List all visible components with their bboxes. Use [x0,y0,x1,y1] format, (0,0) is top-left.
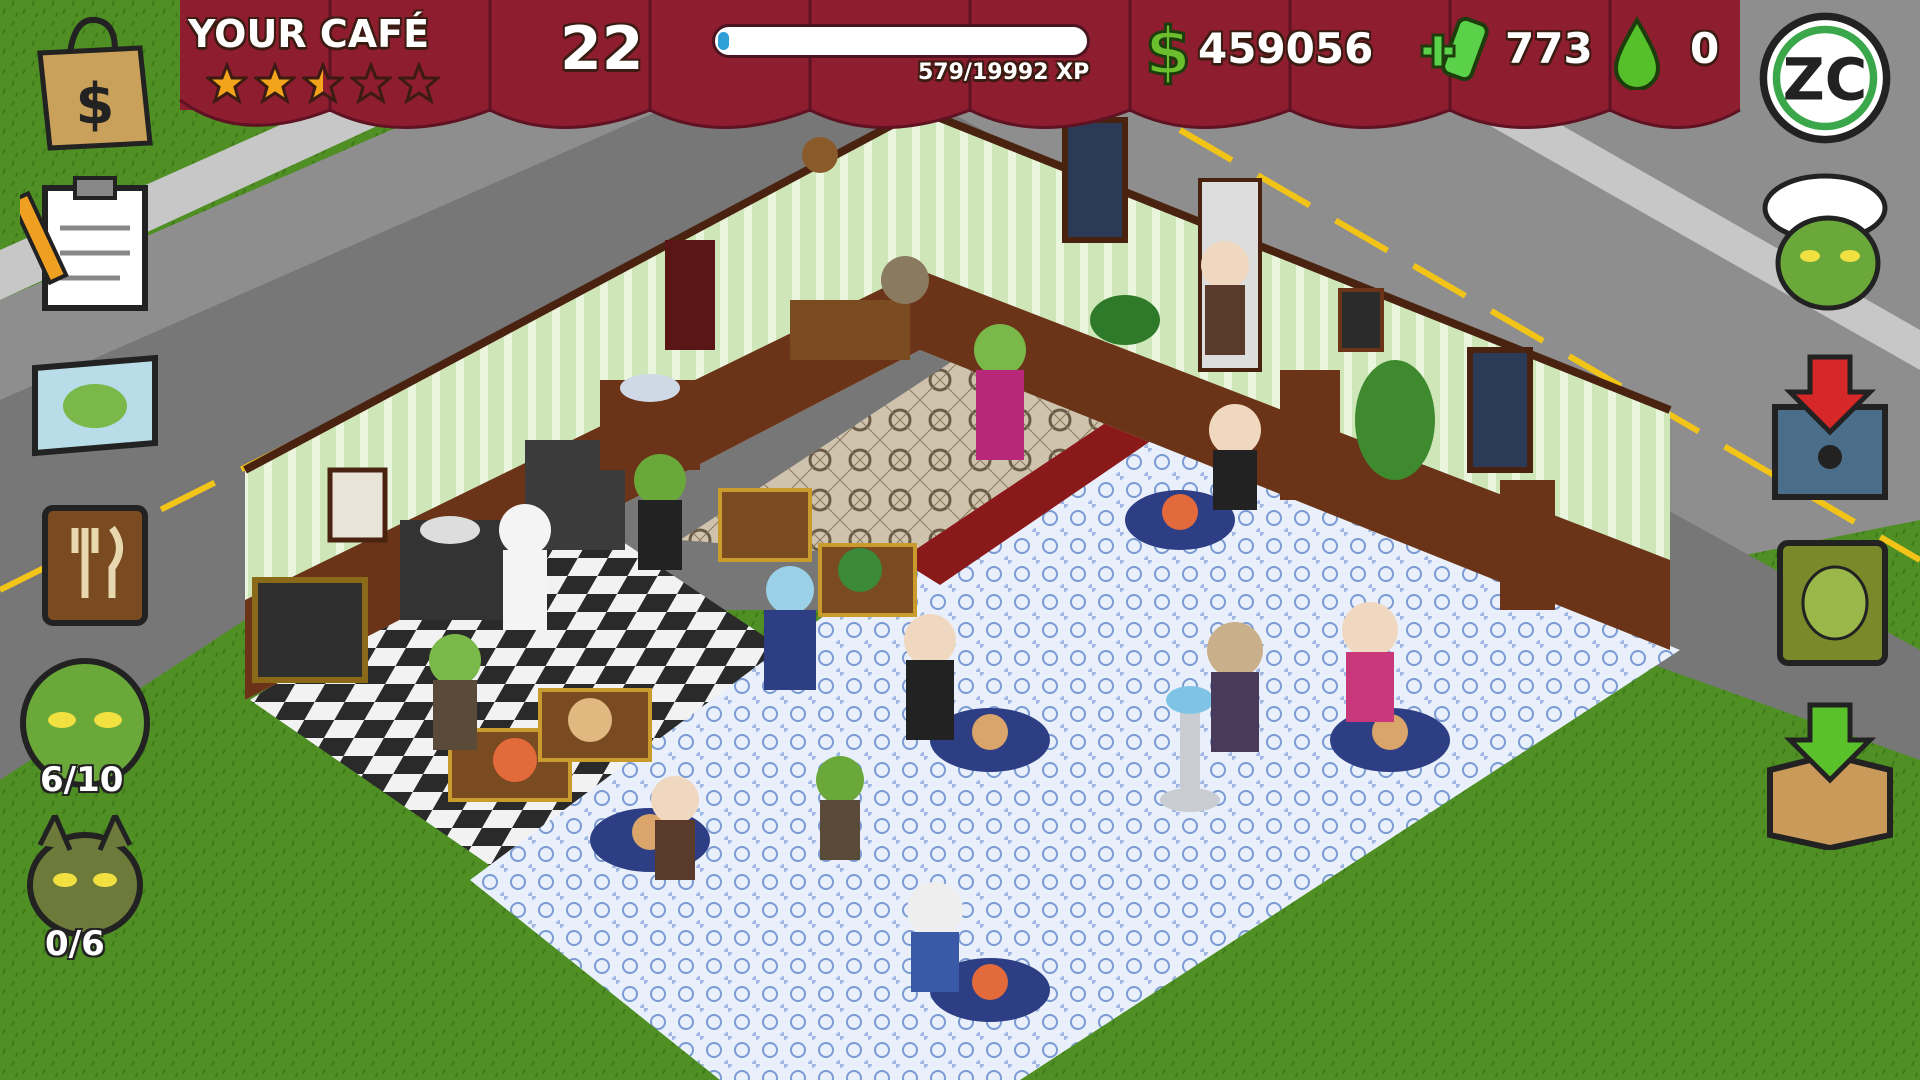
world-map-button[interactable] [20,328,170,478]
xp-label: 579/19992 XP [918,60,1090,85]
star-icon [251,60,299,105]
storage-button[interactable] [1755,352,1905,502]
cafe-game-scene[interactable] [0,0,1920,1080]
inventory-button[interactable] [1755,700,1905,850]
drops-amount: 0 [1690,24,1720,73]
recipes-book-button[interactable] [20,488,170,638]
zc-logo-icon: ZC [1759,12,1891,144]
inventory-box-icon [1767,702,1893,850]
map-scroll-icon [32,354,158,457]
zombie-chef-icon [1762,173,1888,311]
cafe-title: YOUR CAFÉ [188,12,430,56]
zombie-crew-count: 6/10 [40,760,124,800]
green-drop-icon [1612,15,1662,91]
storage-box-icon [1772,354,1888,500]
star-icon [395,60,443,105]
player-level: 22 [560,14,644,84]
clipboard-checklist-icon [20,176,148,311]
serum-vial-icon[interactable] [1418,10,1498,90]
zombie-journal-button[interactable] [1755,528,1905,678]
goals-clipboard-button[interactable] [20,168,170,318]
cafe-star-rating [203,60,446,106]
zombie-book-icon [1777,540,1888,666]
svg-text:$: $ [76,72,115,137]
zc-menu-button[interactable]: ZC [1755,8,1895,148]
xp-progress-bar [712,24,1090,58]
star-icon [203,60,251,105]
dollar-icon: $ [1144,12,1193,92]
cash-amount: 459056 [1198,24,1374,73]
xp-progress-fill [718,32,729,50]
serum-amount: 773 [1505,24,1593,73]
shop-bag-button[interactable]: $ [20,8,170,158]
shopping-bag-icon: $ [37,16,153,151]
zombie-dogs-count: 0/6 [45,924,105,964]
star-icon [299,60,347,105]
svg-text:ZC: ZC [1783,45,1867,113]
recipe-book-icon [42,505,148,626]
chef-button[interactable] [1750,168,1900,318]
star-icon [347,60,395,105]
svg-text:$: $ [1148,14,1188,86]
